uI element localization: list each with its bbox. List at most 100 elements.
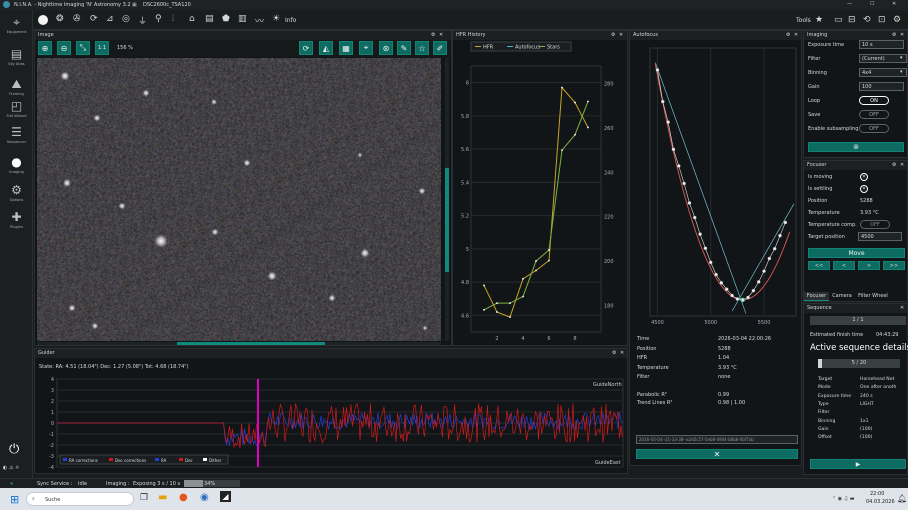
- expand-icon[interactable]: «: [10, 481, 13, 487]
- step-up-button[interactable]: >: [858, 261, 880, 270]
- save-icon[interactable]: ▣: [132, 2, 137, 8]
- target-position-input[interactable]: 4500: [858, 232, 902, 241]
- af-x-tick-label: 4500: [651, 320, 664, 326]
- notification-icon[interactable]: 🔔︎: [897, 494, 907, 503]
- panel-settings-icon[interactable]: ⚙: [611, 32, 615, 38]
- power-icon[interactable]: ⏻: [9, 442, 19, 457]
- panel-settings-icon[interactable]: ⚙: [892, 32, 896, 38]
- step-down-button[interactable]: <: [833, 261, 855, 270]
- zoom-out-icon[interactable]: ⊖: [57, 41, 71, 55]
- rotator-status-icon[interactable]: ⟳: [90, 14, 98, 24]
- autofocus-detail-label: Filter: [637, 374, 650, 380]
- taskbar-search[interactable]: ⌕ Suche: [26, 492, 134, 506]
- history-icon[interactable]: ⟲: [863, 15, 871, 25]
- hfr-graph-icon[interactable]: 〰: [255, 14, 264, 27]
- sidebar-item-flat-wizard[interactable]: ◰ Flat Wizard: [0, 98, 33, 124]
- maximize-button[interactable]: ☐: [870, 1, 874, 7]
- minimize-button[interactable]: —: [847, 1, 852, 7]
- layout-icon[interactable]: ⊡: [878, 15, 886, 25]
- temperature-comp-toggle[interactable]: OFF: [860, 220, 890, 229]
- panel-close-icon[interactable]: ✕: [620, 350, 624, 356]
- sidebar-item-options[interactable]: ⚙ Options: [0, 182, 33, 208]
- tab-focuser[interactable]: Focuser: [804, 292, 829, 301]
- tab-camera[interactable]: Camera: [830, 292, 854, 301]
- tray-icons[interactable]: ⌃ ◉ ♫ ▬: [832, 496, 855, 502]
- settings-icon[interactable]: ⚙: [893, 15, 901, 25]
- capture-button[interactable]: ⊚: [808, 142, 904, 152]
- mirror-icon[interactable]: ◭: [319, 41, 333, 55]
- panel-settings-icon[interactable]: ⚙: [786, 32, 790, 38]
- sidebar-item-plugins[interactable]: ✚ Plugins: [0, 209, 33, 235]
- nina-taskbar-icon[interactable]: ◉: [200, 492, 209, 503]
- panel-close-icon[interactable]: ✕: [794, 32, 798, 38]
- autofocus-detail-value: 3.93 °C: [718, 364, 737, 371]
- polar-align-icon[interactable]: ⬟: [222, 14, 230, 24]
- panel-settings-icon[interactable]: ⚙: [892, 162, 896, 168]
- exposure-time-input[interactable]: 10 s: [859, 40, 904, 49]
- histogram-icon[interactable]: ▥: [238, 14, 247, 24]
- dome-status-icon[interactable]: ⌂: [189, 14, 195, 24]
- lightbulb-icon[interactable]: ☀: [272, 14, 280, 24]
- plate-solve-icon[interactable]: ⊛: [379, 41, 393, 55]
- subsampling-toggle[interactable]: OFF: [859, 124, 889, 133]
- horizontal-scrollbar[interactable]: [37, 342, 441, 345]
- sidebar-item-sky-atlas[interactable]: ▤ Sky Atlas: [0, 46, 33, 72]
- autofocus-run-select[interactable]: 2026-03-04--21-33-38--a2d2c57-5eb8-4904-…: [636, 435, 798, 444]
- crosshair-icon[interactable]: ⌖: [359, 41, 373, 55]
- step-far-down-button[interactable]: <<: [808, 261, 830, 270]
- panel-settings-icon[interactable]: ⚙: [612, 350, 616, 356]
- window-icon[interactable]: ▭: [834, 15, 843, 25]
- sidebar-item-sequencer[interactable]: ☰ Sequencer: [0, 124, 33, 150]
- vertical-scrollbar[interactable]: [445, 58, 449, 341]
- cancel-autofocus-button[interactable]: ✕: [636, 449, 798, 459]
- zoom-in-icon[interactable]: ⊕: [38, 41, 52, 55]
- sidebar-item-imaging[interactable]: ● Imaging: [0, 154, 33, 180]
- switch-status-icon[interactable]: ⏚: [138, 14, 147, 27]
- sidebar-item-label: Options: [9, 198, 24, 202]
- panel-close-icon[interactable]: ✕: [439, 32, 443, 38]
- dock-icon[interactable]: ⊟: [848, 15, 856, 25]
- step-far-up-button[interactable]: >>: [883, 261, 905, 270]
- flatpanel-status-icon[interactable]: ⚲: [155, 14, 162, 24]
- tab-filter-wheel[interactable]: Filter Wheel: [855, 292, 891, 301]
- firefox-icon[interactable]: ●: [179, 492, 188, 503]
- sidebar-item-equipment[interactable]: ⌖ Equipment: [0, 14, 33, 40]
- panel-settings-icon[interactable]: ⚙: [431, 32, 435, 38]
- camera-status-icon[interactable]: [38, 15, 48, 25]
- zoom-1to1-button[interactable]: 1:1: [95, 41, 109, 55]
- af-data-point: [703, 246, 708, 251]
- info-label[interactable]: Info: [285, 17, 296, 24]
- panel-close-icon[interactable]: ✕: [619, 32, 623, 38]
- sequence-play-button[interactable]: ▶: [810, 459, 906, 469]
- telescope-status-icon[interactable]: ⊿: [106, 14, 114, 24]
- star-icon[interactable]: ★: [815, 15, 823, 25]
- task-view-icon[interactable]: ❐: [140, 493, 148, 503]
- terminal-icon[interactable]: ◢: [220, 491, 231, 502]
- hfr-x-tick-label: 6: [547, 336, 550, 342]
- annotate-icon[interactable]: ✐: [433, 41, 447, 55]
- guider-status-icon[interactable]: ◎: [122, 14, 130, 24]
- weather-status-icon[interactable]: ⦙: [172, 14, 174, 24]
- star-field-image[interactable]: [37, 58, 441, 341]
- gain-input[interactable]: 100: [859, 82, 904, 91]
- close-button[interactable]: ✕: [892, 1, 896, 7]
- tools-label[interactable]: Tools: [796, 17, 811, 24]
- hfr-x-tick-label: 4: [521, 336, 524, 342]
- sidebar-item-label: Framing: [9, 92, 24, 96]
- focuser-status-icon[interactable]: ✇: [73, 14, 81, 24]
- grid-icon[interactable]: ▦: [339, 41, 353, 55]
- rotate-icon[interactable]: ⟳: [299, 41, 313, 55]
- panel-close-icon[interactable]: ✕: [900, 32, 904, 38]
- auto-stretch-icon[interactable]: ✎: [397, 41, 411, 55]
- panel-close-icon[interactable]: ✕: [900, 162, 904, 168]
- fit-to-screen-icon[interactable]: ⤡: [76, 41, 90, 55]
- filterwheel-status-icon[interactable]: ❂: [56, 14, 64, 24]
- move-button[interactable]: Move: [808, 248, 905, 258]
- windows-start-icon[interactable]: ⊞: [10, 493, 19, 506]
- panel-close-icon[interactable]: ✕: [900, 305, 904, 311]
- save-toggle[interactable]: OFF: [859, 110, 889, 119]
- safety-status-icon[interactable]: ▤: [205, 14, 214, 24]
- file-explorer-icon[interactable]: ▬: [158, 492, 167, 503]
- star-detection-icon[interactable]: ☆: [415, 41, 429, 55]
- loop-toggle[interactable]: ON: [859, 96, 889, 105]
